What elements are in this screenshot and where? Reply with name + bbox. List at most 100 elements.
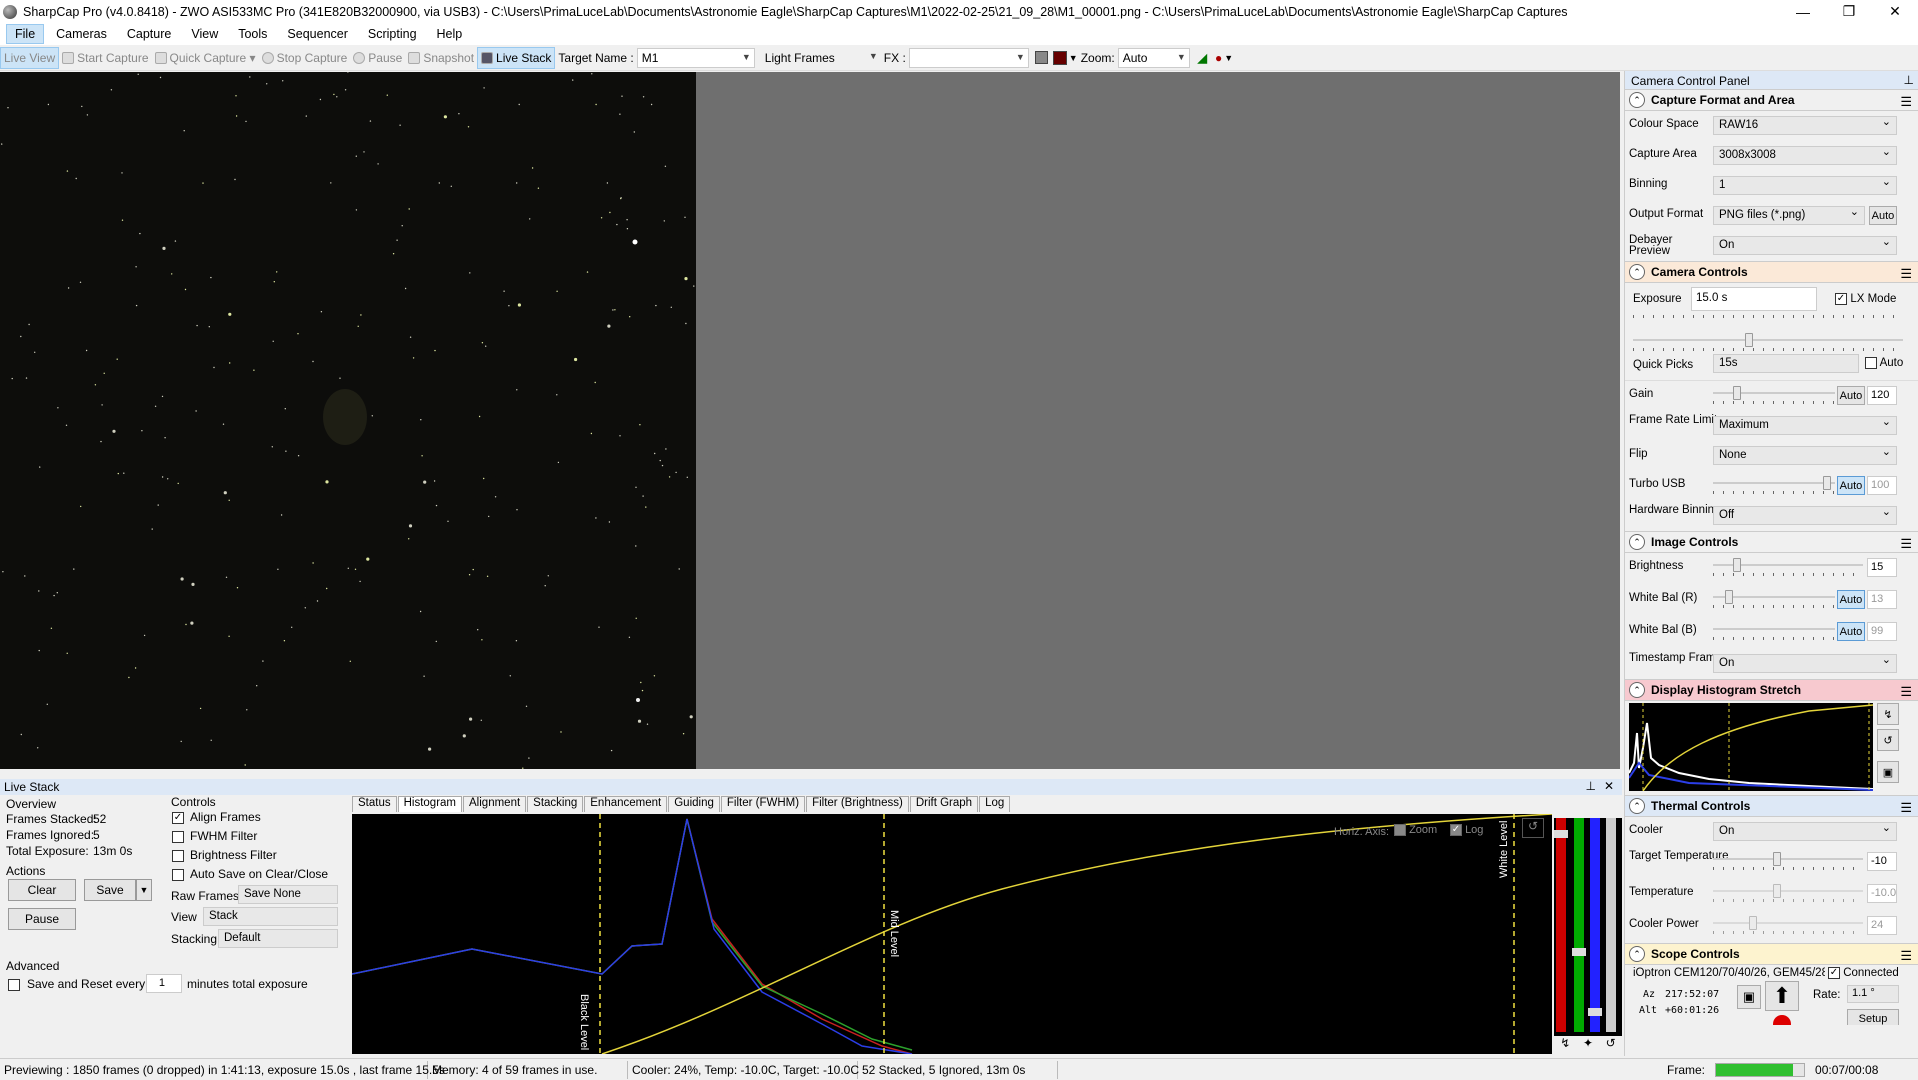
stacking-select[interactable]: Default: [218, 929, 338, 948]
stop-icon[interactable]: [1773, 1015, 1791, 1025]
target-name-input[interactable]: M1 ▼: [636, 47, 755, 68]
raw-frames-select[interactable]: Save None: [238, 885, 338, 904]
tab-histogram[interactable]: Histogram: [397, 796, 463, 812]
live-view-button[interactable]: Live View: [0, 46, 60, 69]
chevron-up-icon[interactable]: ⌃: [1629, 682, 1645, 698]
cooler-select[interactable]: On: [1713, 821, 1897, 841]
wb-blue-auto-button[interactable]: Auto: [1837, 622, 1865, 641]
target-temp-input[interactable]: -10: [1867, 852, 1897, 871]
menu-file[interactable]: File: [6, 24, 45, 44]
gain-slider[interactable]: [1713, 386, 1835, 404]
wb-blue-input[interactable]: 99: [1867, 622, 1897, 641]
section-histogram-stretch[interactable]: ⌃ Display Histogram Stretch ☰: [1625, 679, 1918, 701]
tab-filter-brightness[interactable]: Filter (Brightness): [806, 796, 909, 812]
red-slider-thumb[interactable]: [1554, 830, 1568, 838]
section-camera-controls[interactable]: ⌃ Camera Controls ☰: [1625, 261, 1918, 283]
tab-alignment[interactable]: Alignment: [463, 796, 527, 812]
stop-capture-button[interactable]: Stop Capture: [259, 47, 351, 69]
preview-image[interactable]: [0, 72, 696, 769]
turbo-auto-button[interactable]: Auto: [1837, 476, 1865, 495]
stop-tracking-icon[interactable]: ▣: [1737, 985, 1761, 1009]
blue-level-bar[interactable]: [1590, 818, 1600, 1032]
chevron-up-icon[interactable]: ⌃: [1629, 92, 1645, 108]
pause-button[interactable]: Pause: [350, 47, 405, 69]
lx-mode-checkbox[interactable]: ✓ LX Mode: [1835, 291, 1896, 305]
crosshair-icon[interactable]: ✦: [1583, 1036, 1593, 1056]
chevron-up-icon[interactable]: ⌃: [1629, 264, 1645, 280]
hamburger-icon[interactable]: ☰: [1900, 266, 1912, 282]
save-button[interactable]: Save: [84, 879, 136, 901]
lightning-icon[interactable]: ↯: [1560, 1036, 1570, 1056]
view-select[interactable]: Stack: [203, 907, 338, 926]
wb-red-input[interactable]: 13: [1867, 590, 1897, 609]
wb-red-slider[interactable]: [1713, 590, 1835, 608]
tab-status[interactable]: Status: [352, 796, 397, 812]
section-thermal-controls[interactable]: ⌃ Thermal Controls ☰: [1625, 795, 1918, 817]
hamburger-icon[interactable]: ☰: [1900, 94, 1912, 110]
start-capture-button[interactable]: Start Capture: [59, 47, 151, 69]
chevron-up-icon[interactable]: ⌃: [1629, 946, 1645, 962]
gain-auto-button[interactable]: Auto: [1837, 386, 1865, 405]
grey-swatch-icon[interactable]: [1034, 51, 1048, 64]
red-level-bar[interactable]: [1556, 818, 1566, 1032]
chevron-down-icon[interactable]: ▼: [1224, 53, 1233, 63]
section-image-controls[interactable]: ⌃ Image Controls ☰: [1625, 531, 1918, 553]
tab-log[interactable]: Log: [979, 796, 1011, 812]
quick-capture-button[interactable]: Quick Capture ▾: [152, 47, 259, 69]
close-icon[interactable]: ✕: [1872, 0, 1918, 23]
save-reset-minutes-input[interactable]: 1: [146, 974, 182, 993]
brightness-filter-checkbox[interactable]: [172, 848, 184, 862]
wb-red-auto-button[interactable]: Auto: [1837, 590, 1865, 609]
connected-checkbox[interactable]: ✓ Connected: [1825, 967, 1899, 980]
menu-cameras[interactable]: Cameras: [48, 25, 115, 43]
histogram-icon[interactable]: ◢: [1198, 51, 1207, 65]
hamburger-icon[interactable]: ☰: [1900, 948, 1912, 964]
log-checkbox[interactable]: ✓ Log: [1450, 824, 1483, 837]
colour-space-select[interactable]: RAW16: [1713, 115, 1897, 135]
green-slider-thumb[interactable]: [1572, 948, 1586, 956]
pin-icon[interactable]: ⊥: [1904, 73, 1914, 87]
pin-icon[interactable]: ⊥: [1586, 779, 1596, 793]
chevron-up-icon[interactable]: ⌃: [1629, 798, 1645, 814]
tab-filter-fwhm[interactable]: Filter (FWHM): [720, 796, 806, 812]
frame-rate-select[interactable]: Maximum: [1713, 415, 1897, 435]
output-auto-button[interactable]: Auto: [1869, 206, 1897, 225]
zoom-checkbox[interactable]: Zoom: [1394, 824, 1437, 837]
section-scope-controls[interactable]: ⌃ Scope Controls ☰: [1625, 943, 1918, 965]
flip-select[interactable]: None: [1713, 445, 1897, 465]
quick-picks-auto-checkbox[interactable]: Auto: [1865, 357, 1903, 369]
wb-blue-slider[interactable]: [1713, 622, 1835, 640]
live-stack-button[interactable]: Live Stack: [477, 46, 556, 69]
menu-tools[interactable]: Tools: [230, 25, 275, 43]
clear-button[interactable]: Clear: [8, 879, 76, 901]
output-format-select[interactable]: PNG files (*.png): [1713, 205, 1865, 225]
align-frames-checkbox[interactable]: ✓: [172, 810, 184, 824]
menu-sequencer[interactable]: Sequencer: [279, 25, 355, 43]
undo-icon[interactable]: ↺: [1606, 1036, 1616, 1056]
section-capture-format[interactable]: ⌃ Capture Format and Area ☰: [1625, 89, 1918, 111]
reset-icon[interactable]: ↺: [1522, 818, 1544, 838]
tab-drift-graph[interactable]: Drift Graph: [909, 796, 979, 812]
fwhm-filter-checkbox[interactable]: [172, 829, 184, 843]
pause-stack-button[interactable]: Pause: [8, 908, 76, 930]
hamburger-icon[interactable]: ☰: [1900, 536, 1912, 552]
hamburger-icon[interactable]: ☰: [1900, 800, 1912, 816]
magnifier-icon[interactable]: ●: [1215, 51, 1222, 65]
exposure-coarse-slider[interactable]: [1633, 315, 1903, 329]
stack-histogram[interactable]: Black Level Mid Level White Level Horiz.…: [351, 813, 1553, 1055]
blue-slider-thumb[interactable]: [1588, 1008, 1602, 1016]
frame-type-select[interactable]: Light Frames ▼: [760, 47, 881, 68]
gain-input[interactable]: 120: [1867, 386, 1897, 405]
luminance-level-bar[interactable]: [1606, 818, 1616, 1032]
menu-capture[interactable]: Capture: [119, 25, 179, 43]
autosave-checkbox[interactable]: [172, 867, 184, 881]
capture-area-select[interactable]: 3008x3008: [1713, 145, 1897, 165]
menu-help[interactable]: Help: [429, 25, 471, 43]
snapshot-button[interactable]: Snapshot: [405, 47, 477, 69]
minimize-icon[interactable]: —: [1780, 0, 1826, 23]
green-level-bar[interactable]: [1574, 818, 1584, 1032]
exposure-input[interactable]: 15.0 s: [1691, 287, 1817, 311]
close-icon[interactable]: ✕: [1604, 779, 1614, 793]
chevron-down-icon[interactable]: ▼: [1069, 53, 1078, 63]
arrow-up-icon[interactable]: ⬆: [1765, 981, 1799, 1011]
